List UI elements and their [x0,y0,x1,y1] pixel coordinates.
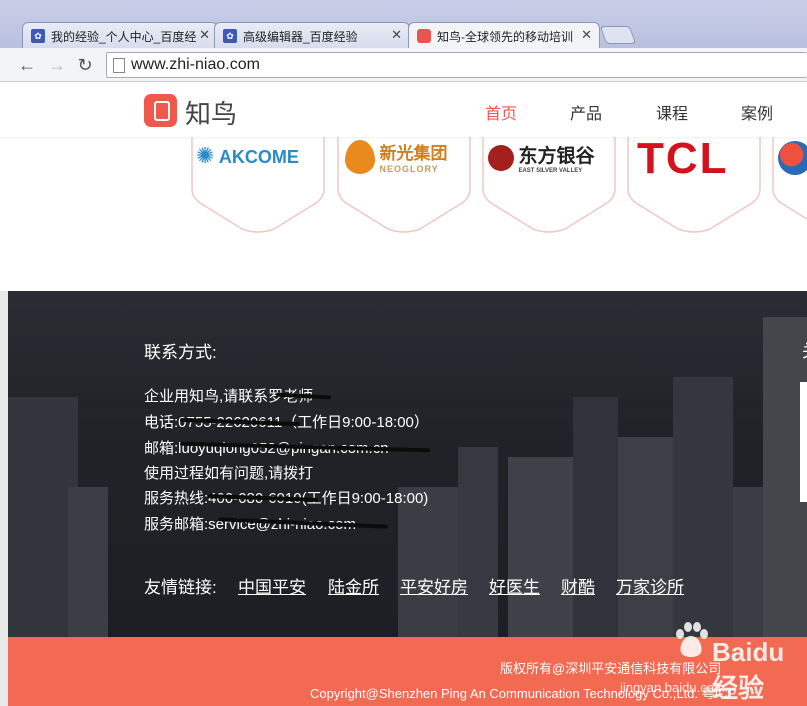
friend-link[interactable]: 中国平安 [238,573,306,598]
friend-link[interactable]: 好医生 [489,573,540,598]
baidu-paw-icon: ✿ [31,29,45,43]
baidu-paw-icon [676,622,708,657]
browser-tab-1[interactable]: ✿ 我的经验_个人中心_百度经 ✕ [22,22,218,48]
zhiniao-icon [417,29,431,43]
logo-text[interactable]: 知鸟 [185,94,237,131]
friend-link[interactable]: 万家诊所 [616,573,684,598]
partner-logo-akcome: ✺ AKCOME [196,143,299,168]
browser-tabbar: ✿ 我的经验_个人中心_百度经 ✕ ✿ 高级编辑器_百度经验 ✕ 知鸟-全球领先… [0,0,807,48]
forward-icon[interactable]: → [46,54,68,76]
qr-code-partial [800,382,807,502]
browser-tab-3[interactable]: 知鸟-全球领先的移动培训 ✕ [408,22,600,48]
friend-link[interactable]: 陆金所 [328,573,379,598]
new-tab-button[interactable] [599,26,637,44]
tab-title: 我的经验_个人中心_百度经 [51,30,197,44]
partner-logo-partial [778,141,807,175]
partner-logos: ✺ AKCOME 新光集团 NEOGLORY 东方银谷 EAST SILVER … [0,137,807,291]
address-bar[interactable]: www.zhi-niao.com [106,52,807,78]
zhiniao-logo-icon[interactable] [144,94,177,127]
tab-title: 知鸟-全球领先的移动培训 [437,30,573,44]
page-edge [0,291,8,706]
reload-icon[interactable]: ↻ [74,54,96,76]
friend-links-label: 友情链接: [144,578,217,597]
close-icon[interactable]: ✕ [199,27,210,43]
back-icon[interactable]: ← [16,54,38,76]
nav-courses[interactable]: 课程 [656,100,688,124]
nav-home[interactable]: 首页 [485,100,517,124]
partner-logo-east-silver-valley: 东方银谷 EAST SILVER VALLEY [488,141,594,174]
nav-products[interactable]: 产品 [570,100,602,124]
friend-link[interactable]: 财酷 [561,573,595,598]
akcome-star-icon: ✺ [196,143,215,168]
close-icon[interactable]: ✕ [581,27,592,43]
partner-logo-neoglory: 新光集团 NEOGLORY [345,139,447,174]
contact-title: 联系方式: [144,343,217,362]
contact-section: 联系方式: 企业用知鸟,请联系罗老师 电话:0755-22620611（工作日9… [8,291,807,637]
neoglory-flame-icon [345,139,375,174]
friend-link[interactable]: 平安好房 [400,573,468,598]
tab-title: 高级编辑器_百度经验 [243,30,358,44]
site-header: 知鸟 首页 产品 课程 案例 [0,83,807,137]
browser-tab-2[interactable]: ✿ 高级编辑器_百度经验 ✕ [214,22,410,48]
right-heading-partial: 关 [802,337,807,362]
watermark-url: jingyan.baidu.com [620,680,725,695]
page-icon [113,58,125,73]
baidu-paw-icon: ✿ [223,29,237,43]
contact-line: 使用过程如有问题,请拨打 [144,465,314,482]
nav-cases[interactable]: 案例 [741,100,773,124]
browser-toolbar: ← → ↻ www.zhi-niao.com [0,48,807,82]
close-icon[interactable]: ✕ [391,27,402,43]
silver-valley-emblem-icon [488,144,514,171]
watermark-text: Baidu经验 [712,637,785,703]
partner-logo-tcl: TCL [637,137,729,183]
url-text: www.zhi-niao.com [131,56,260,73]
